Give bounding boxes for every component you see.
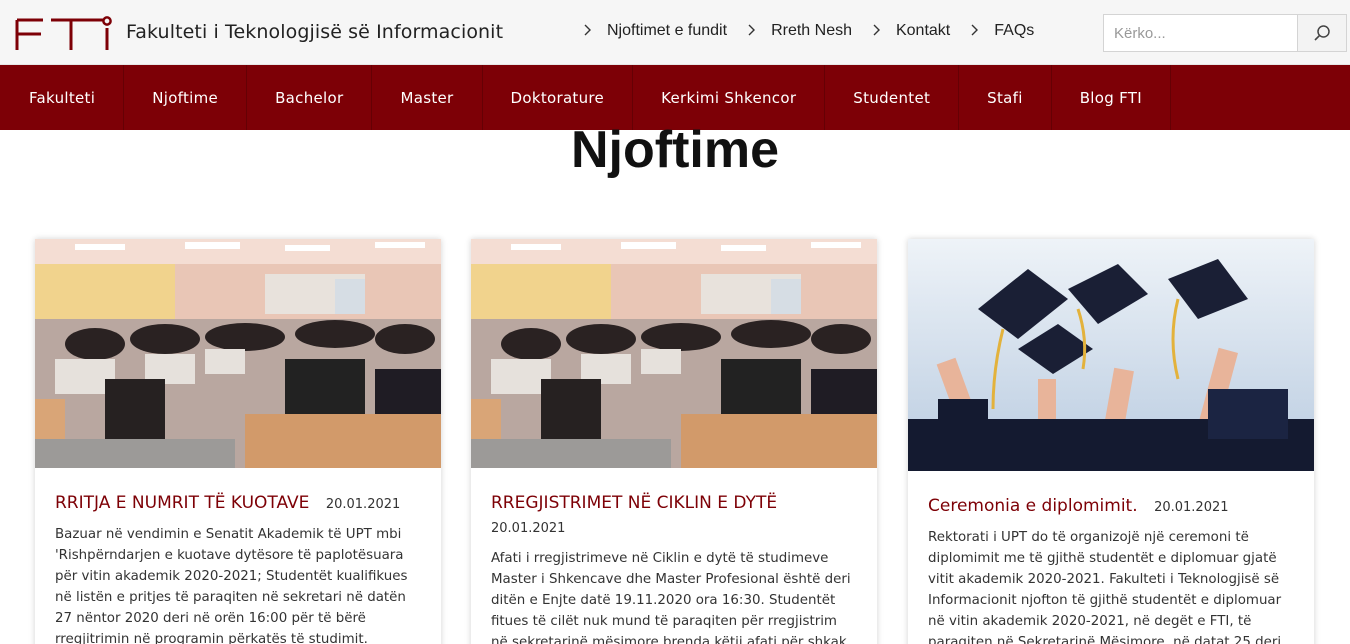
search-input[interactable] — [1104, 15, 1297, 51]
toplink-about[interactable]: Rreth Nesh — [747, 22, 852, 40]
chevron-right-icon — [583, 23, 599, 39]
card-text: Afati i rregjistrimeve në Ciklin e dytë … — [491, 551, 851, 644]
classroom-photo[interactable] — [35, 239, 441, 468]
toplink-contact[interactable]: Kontakt — [872, 22, 950, 40]
site-title[interactable]: Fakulteti i Teknologjisë së Informacioni… — [126, 21, 503, 43]
card-title[interactable]: RREGJISTRIMET NË CIKLIN E DYTË — [491, 493, 777, 513]
toplink-label: Rreth Nesh — [771, 22, 852, 39]
news-card[interactable]: RRITJA E NUMRIT TË KUOTAVE 20.01.2021 Ba… — [35, 239, 441, 644]
top-links: Njoftimet e fundit Rreth Nesh Kontakt FA… — [583, 22, 1054, 40]
search-icon — [1314, 25, 1330, 41]
card-date: 20.01.2021 — [1154, 500, 1229, 515]
classroom-photo[interactable] — [471, 239, 877, 468]
card-date: 20.01.2021 — [491, 521, 566, 536]
chevron-right-icon — [970, 23, 986, 39]
top-bar: Fakulteti i Teknologjisë së Informacioni… — [0, 0, 1350, 65]
search-button[interactable] — [1297, 15, 1346, 51]
chevron-right-icon — [747, 23, 763, 39]
page-title: Njoftime — [571, 121, 779, 179]
card-text: Rektorati i UPT do të organizojë një cer… — [928, 530, 1282, 644]
toplink-label: FAQs — [994, 22, 1035, 39]
card-title[interactable]: Ceremonia e diplomimit. — [928, 496, 1138, 516]
news-card[interactable]: Ceremonia e diplomimit. 20.01.2021 Rekto… — [908, 239, 1314, 644]
news-card[interactable]: RREGJISTRIMET NË CIKLIN E DYTË 20.01.202… — [471, 239, 877, 644]
toplink-faqs[interactable]: FAQs — [970, 22, 1034, 40]
toplink-label: Kontakt — [895, 22, 951, 39]
fti-logo[interactable] — [15, 14, 113, 52]
toplink-latest-news[interactable]: Njoftimet e fundit — [583, 22, 727, 40]
chevron-right-icon — [872, 23, 888, 39]
card-text: Bazuar në vendimin e Senatit Akademik të… — [55, 527, 408, 644]
card-title[interactable]: RRITJA E NUMRIT TË KUOTAVE — [55, 493, 309, 513]
search-box — [1103, 14, 1347, 52]
graduation-caps-photo[interactable] — [908, 239, 1314, 471]
toplink-label: Njoftimet e fundit — [607, 22, 728, 39]
card-date: 20.01.2021 — [325, 497, 401, 512]
